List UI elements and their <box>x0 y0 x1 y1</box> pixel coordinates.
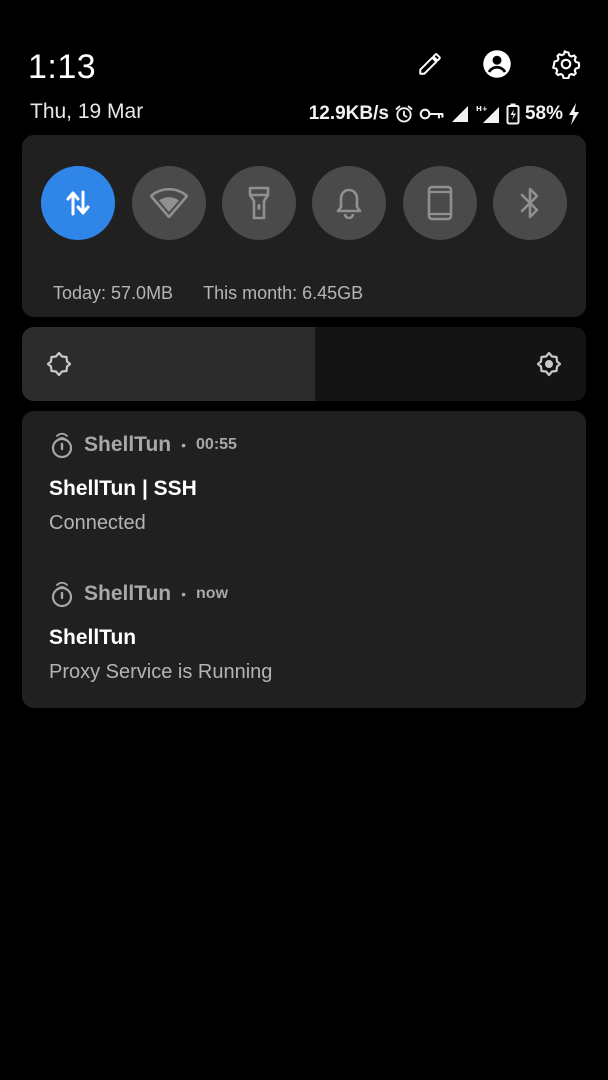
phone-icon <box>427 185 453 221</box>
separator-dot: • <box>181 437 187 453</box>
notification-header: ShellTun • 00:55 <box>50 430 237 460</box>
bluetooth-toggle[interactable] <box>493 166 567 240</box>
flashlight-toggle[interactable] <box>222 166 296 240</box>
notification-text: Connected <box>49 512 146 534</box>
notification-app-name: ShellTun <box>84 433 172 456</box>
shelltun-app-icon <box>51 432 73 459</box>
wifi-icon <box>150 188 188 218</box>
brightness-high-icon <box>536 351 562 377</box>
quick-settings-panel: Today: 57.0MB This month: 6.45GB <box>22 135 586 317</box>
bell-icon <box>336 188 362 219</box>
data-usage-summary: Today: 57.0MB This month: 6.45GB <box>53 283 363 304</box>
brightness-slider[interactable] <box>22 327 586 401</box>
notification-header: ShellTun • now <box>50 579 228 609</box>
notification-time: now <box>196 585 229 602</box>
clock: 1:13 <box>28 48 97 86</box>
brightness-low-icon <box>46 351 72 377</box>
notification-time: 00:55 <box>196 436 237 453</box>
data-arrows-icon <box>66 190 90 216</box>
battery-percent: 58% <box>524 103 563 124</box>
separator-dot: • <box>181 586 187 602</box>
vpn-key-icon <box>419 108 444 120</box>
notification-title: ShellTun <box>49 626 137 649</box>
edit-icon[interactable] <box>412 46 448 82</box>
notification-group: ShellTun • 00:55 ShellTun | SSH Connecte… <box>22 411 586 708</box>
month-usage: This month: 6.45GB <box>203 283 364 303</box>
account-icon[interactable] <box>479 46 515 82</box>
settings-icon[interactable] <box>548 46 584 82</box>
alarm-icon <box>395 105 413 123</box>
notification-app-name: ShellTun <box>84 582 172 605</box>
date: Thu, 19 Mar <box>30 100 144 123</box>
notification-text: Proxy Service is Running <box>49 661 273 683</box>
notification-item[interactable]: ShellTun • 00:55 ShellTun | SSH Connecte… <box>22 411 586 561</box>
bluetooth-icon <box>520 187 539 219</box>
svg-text:H+: H+ <box>476 105 488 113</box>
battery-charging-icon <box>506 103 520 125</box>
charging-bolt-icon <box>569 103 579 125</box>
notification-item[interactable]: ShellTun • now ShellTun Proxy Service is… <box>22 560 586 708</box>
wifi-toggle[interactable] <box>132 166 206 240</box>
status-bar: 12.9KB/s H+ 58% <box>309 100 580 128</box>
shelltun-app-icon <box>51 581 73 608</box>
sound-toggle[interactable] <box>312 166 386 240</box>
today-usage: Today: 57.0MB <box>53 283 174 303</box>
network-speed: 12.9KB/s <box>308 103 389 124</box>
flashlight-icon <box>248 186 270 220</box>
mobile-data-toggle[interactable] <box>41 166 115 240</box>
signal-icon <box>451 106 468 122</box>
signal-hplus-icon: H+ <box>476 105 499 123</box>
notification-title: ShellTun | SSH <box>49 477 197 500</box>
auto-rotate-toggle[interactable] <box>403 166 477 240</box>
